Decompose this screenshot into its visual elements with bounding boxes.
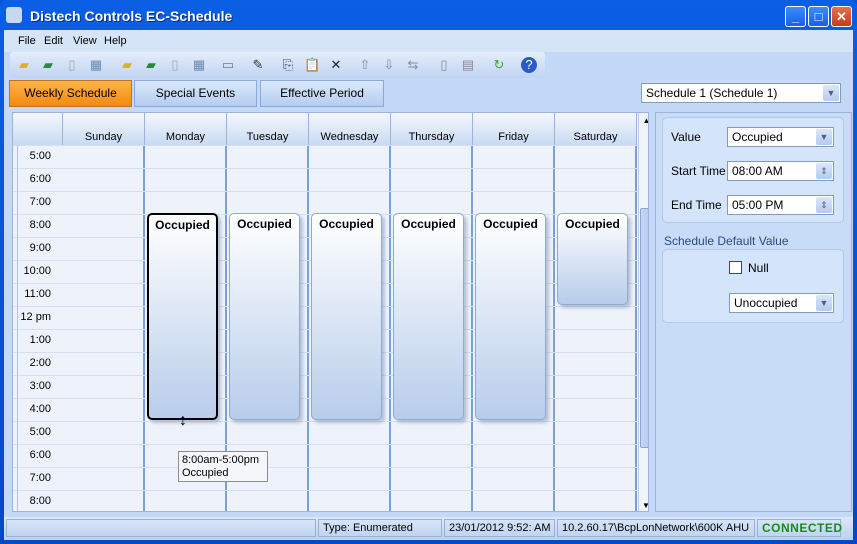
minimize-button[interactable]: _ <box>785 6 806 27</box>
event-tooltip: 8:00am-5:00pm Occupied <box>178 451 268 482</box>
vertical-scrollbar[interactable]: ▲ ▼ <box>638 113 648 511</box>
start-time-label: Start Time <box>671 164 726 178</box>
open-green-icon[interactable]: ▰ <box>143 57 159 73</box>
list-icon[interactable]: ▤ <box>460 57 476 73</box>
close-button[interactable]: ✕ <box>831 6 852 27</box>
time-gutter <box>17 145 59 511</box>
day-header-sunday[interactable]: Sunday <box>63 113 145 145</box>
edit-icon[interactable]: ✎ <box>250 57 266 73</box>
help-icon[interactable]: ? <box>521 57 537 73</box>
chevron-down-icon[interactable]: ▼ <box>816 295 832 311</box>
tooltip-value: Occupied <box>182 467 229 479</box>
doc-icon[interactable]: ▯ <box>436 57 452 73</box>
delete-icon[interactable]: ✕ <box>328 57 344 73</box>
refresh-icon[interactable]: ↻ <box>491 57 507 73</box>
scroll-thumb[interactable] <box>640 208 648 448</box>
default-value-title: Schedule Default Value <box>664 234 789 248</box>
window-title: Distech Controls EC-Schedule <box>30 8 233 24</box>
menu-file[interactable]: File <box>18 35 36 47</box>
null-checkbox[interactable] <box>729 261 742 274</box>
table-icon[interactable]: ▦ <box>88 57 104 73</box>
hour-line <box>13 145 638 146</box>
schedule-event[interactable]: Occupied ↕ <box>147 213 218 429</box>
paste-icon[interactable]: 📋 <box>304 57 320 73</box>
title-bar: Distech Controls EC-Schedule _ □ ✕ <box>0 0 857 30</box>
new-doc-icon[interactable]: ▯ <box>64 57 80 73</box>
day-header-saturday[interactable]: Saturday <box>555 113 637 145</box>
default-value-select[interactable]: Unoccupied ▼ <box>729 293 834 313</box>
tab-strip: Weekly Schedule Special Events Effective… <box>8 79 852 107</box>
value-select-value: Occupied <box>732 130 783 144</box>
connection-status: CONNECTED <box>757 519 842 537</box>
spinner-icon[interactable]: ⇕ <box>816 197 832 213</box>
spinner-icon[interactable]: ⇕ <box>816 163 832 179</box>
schedule-select-value: Schedule 1 (Schedule 1) <box>646 86 778 100</box>
day-header-friday[interactable]: Friday <box>473 113 555 145</box>
default-value: Unoccupied <box>734 296 798 310</box>
table-icon[interactable]: ▦ <box>191 57 207 73</box>
start-time-value: 08:00 AM <box>732 164 783 178</box>
null-label: Null <box>748 261 769 275</box>
tab-weekly-schedule[interactable]: Weekly Schedule <box>9 80 132 107</box>
schedule-event[interactable]: Occupied <box>229 213 300 420</box>
value-label: Value <box>671 130 701 144</box>
schedule-event[interactable]: Occupied <box>557 213 628 305</box>
end-time-value: 05:00 PM <box>732 198 784 212</box>
hour-line <box>13 490 638 491</box>
resize-cursor-icon: ↕ <box>179 412 187 429</box>
tooltip-range: 8:00am-5:00pm <box>182 454 260 466</box>
tab-special-events[interactable]: Special Events <box>134 80 257 107</box>
day-header-thursday[interactable]: Thursday <box>391 113 473 145</box>
arrow-down-icon[interactable]: ⇩ <box>381 57 397 73</box>
start-time-input[interactable]: 08:00 AM ⇕ <box>727 161 834 181</box>
day-header-monday[interactable]: Monday <box>145 113 227 145</box>
status-datetime: 23/01/2012 9:52: AM <box>444 519 555 537</box>
app-icon <box>6 7 22 23</box>
value-select[interactable]: Occupied ▼ <box>727 127 834 147</box>
status-empty <box>6 519 316 537</box>
client-area: File Edit View Help ▰ ▰ ▯ ▦ ▰ ▰ ▯ ▦ ▭ ✎ ⎘ 📋 ✕ ⇧ ⇩ ⇆ ▯ ▤ ↻?… <box>4 30 853 540</box>
hour-line <box>13 168 638 169</box>
status-bar: Type: Enumerated 23/01/2012 9:52: AM 10.… <box>4 517 853 539</box>
day-header-wednesday[interactable]: Wednesday <box>309 113 391 145</box>
hour-line <box>13 444 638 445</box>
tab-effective-period[interactable]: Effective Period <box>260 80 384 107</box>
status-type: Type: Enumerated <box>318 519 442 537</box>
open-folder-icon[interactable]: ▰ <box>119 57 135 73</box>
new-doc-icon[interactable]: ▯ <box>167 57 183 73</box>
schedule-select[interactable]: Schedule 1 (Schedule 1) ▼ <box>641 83 841 103</box>
event-properties-group: Value Occupied ▼ Start Time 08:00 AM ⇕ End… <box>662 117 844 223</box>
hour-line <box>13 421 638 422</box>
menu-view[interactable]: View <box>73 35 97 47</box>
menu-bar: File Edit View Help <box>4 30 853 52</box>
toolbar: ▰ ▰ ▯ ▦ ▰ ▰ ▯ ▦ ▭ ✎ ⎘ 📋 ✕ ⇧ ⇩ ⇆ ▯ ▤ ↻? <box>10 52 545 78</box>
open-green-icon[interactable]: ▰ <box>40 57 56 73</box>
window-icon[interactable]: ▭ <box>220 57 236 73</box>
hour-line <box>13 191 638 192</box>
chevron-down-icon[interactable]: ▼ <box>816 129 832 145</box>
end-time-input[interactable]: 05:00 PM ⇕ <box>727 195 834 215</box>
schedule-event[interactable]: Occupied <box>393 213 464 420</box>
day-header-tuesday[interactable]: Tuesday <box>227 113 309 145</box>
properties-panel: Value Occupied ▼ Start Time 08:00 AM ⇕ End… <box>655 112 852 512</box>
arrow-up-icon[interactable]: ⇧ <box>357 57 373 73</box>
default-value-group: Null Unoccupied ▼ <box>662 249 844 323</box>
hour-line <box>13 467 638 468</box>
corner-header <box>13 113 63 145</box>
menu-help[interactable]: Help <box>104 35 127 47</box>
menu-edit[interactable]: Edit <box>44 35 63 47</box>
scroll-down-icon[interactable]: ▼ <box>639 501 648 510</box>
schedule-event[interactable]: Occupied <box>311 213 382 420</box>
app-window: Distech Controls EC-Schedule _ □ ✕ File … <box>0 0 857 544</box>
end-time-label: End Time <box>671 198 722 212</box>
maximize-button[interactable]: □ <box>808 6 829 27</box>
swap-icon[interactable]: ⇆ <box>405 57 421 73</box>
schedule-event[interactable]: Occupied <box>475 213 546 420</box>
status-path: 10.2.60.17\BcpLonNetwork\600K AHU <box>557 519 755 537</box>
chevron-down-icon[interactable]: ▼ <box>823 85 839 101</box>
copy-icon[interactable]: ⎘ <box>280 57 296 73</box>
weekly-schedule-grid[interactable]: Sunday Monday Tuesday Wednesday Thursday Frid… <box>12 112 649 512</box>
scroll-up-icon[interactable]: ▲ <box>639 113 648 125</box>
open-folder-icon[interactable]: ▰ <box>16 57 32 73</box>
